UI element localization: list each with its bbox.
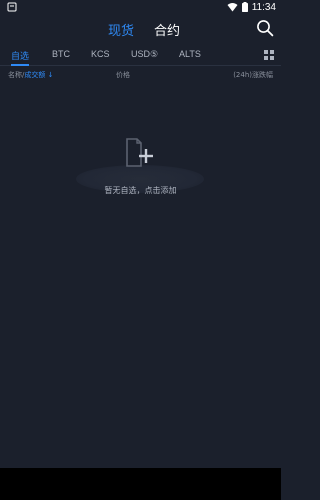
tab-contract[interactable]: 合约 <box>154 20 180 39</box>
subtab-btc[interactable]: BTC <box>52 49 70 59</box>
empty-state[interactable]: 暂无自选，点击添加 <box>0 135 281 205</box>
header-name: 名称/ <box>8 71 25 79</box>
header-volume: 成交额 <box>24 71 46 79</box>
market-sub-tabs: 自选 BTC KCS USD⑤ ALTS <box>0 44 281 66</box>
add-favorite-icon[interactable] <box>124 135 158 169</box>
empty-state-message: 暂无自选，点击添加 <box>104 186 177 195</box>
status-bar: 11:34 <box>0 0 281 14</box>
subtab-favorites[interactable]: 自选 <box>11 49 29 62</box>
subtab-alts[interactable]: ALTS <box>179 49 201 59</box>
wifi-icon <box>227 3 238 12</box>
sort-name-volume[interactable]: 名称/成交额 ↓ <box>8 70 53 80</box>
active-tab-indicator <box>11 64 29 66</box>
subtab-kcs[interactable]: KCS <box>91 49 110 59</box>
header-change[interactable]: (24h)涨跌幅 <box>233 70 273 80</box>
battery-icon <box>241 2 248 12</box>
clock: 11:34 <box>251 1 276 13</box>
system-navigation-bar <box>0 468 281 500</box>
sort-arrow-icon: ↓ <box>47 71 54 79</box>
tab-spot[interactable]: 现货 <box>108 20 134 39</box>
top-tab-bar: 现货 合约 <box>0 14 281 42</box>
column-headers: 名称/成交额 ↓ 价格 (24h)涨跌幅 <box>0 69 281 81</box>
search-icon[interactable] <box>256 19 274 37</box>
subtab-usds[interactable]: USD⑤ <box>131 49 158 60</box>
header-price[interactable]: 价格 <box>116 70 130 80</box>
grid-icon[interactable] <box>264 50 274 60</box>
notification-icon <box>7 2 17 12</box>
